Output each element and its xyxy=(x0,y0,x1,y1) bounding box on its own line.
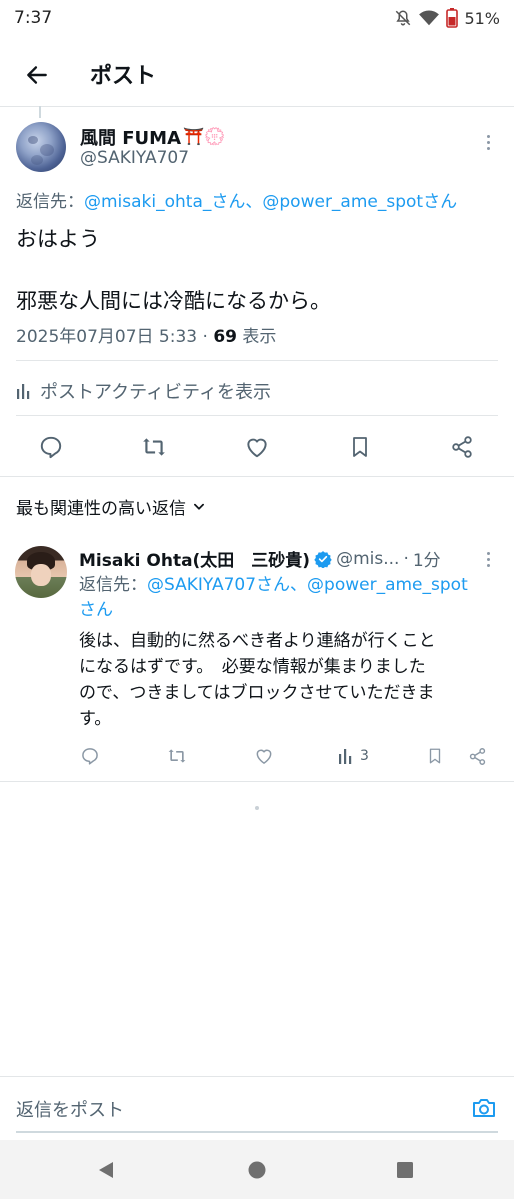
nav-back-button[interactable] xyxy=(94,1158,118,1182)
reply-text: 後は、自動的に然るべき者より連絡が行くこと になるはずです。 必要な情報が集まり… xyxy=(79,631,436,729)
status-bar: 7:37 51% xyxy=(0,0,514,38)
post-meta: 2025年07月07日 5:33 · 69 表示 xyxy=(16,322,276,347)
status-icons: 51% xyxy=(394,8,500,28)
author-emoji: ⛩️💮 xyxy=(183,127,226,147)
bar-chart-icon xyxy=(338,748,356,764)
reply-timestamp[interactable]: 1分 xyxy=(413,546,441,571)
reply-reply-to-link[interactable]: @SAKIYA707さん、@power_ame_spot xyxy=(147,575,468,595)
bookmark-icon xyxy=(348,434,372,460)
like-button[interactable] xyxy=(242,432,272,462)
author-handle[interactable]: @SAKIYA707 xyxy=(80,148,189,168)
reply-author-handle[interactable]: @mis... xyxy=(336,549,399,569)
reply-avatar[interactable] xyxy=(15,546,67,598)
views-label: 表示 xyxy=(237,327,277,347)
verified-badge-icon xyxy=(314,550,332,568)
wifi-icon xyxy=(418,9,440,27)
actions-divider xyxy=(0,476,514,477)
reply-like-button[interactable] xyxy=(252,744,276,768)
header-divider xyxy=(0,106,514,107)
reply-views-count: 3 xyxy=(360,748,369,764)
nav-home-button[interactable] xyxy=(245,1158,269,1182)
heart-icon xyxy=(254,746,274,766)
triangle-back-icon xyxy=(96,1160,116,1180)
compose-divider xyxy=(0,1076,514,1077)
reply-views-button[interactable]: 3 xyxy=(338,744,369,768)
reply-compose-input[interactable]: 返信をポスト xyxy=(16,1096,124,1122)
views-count: 69 xyxy=(213,327,237,347)
bar-chart-icon xyxy=(16,383,34,399)
bookmark-icon xyxy=(426,746,444,766)
comment-icon xyxy=(38,434,64,460)
thread-line xyxy=(39,106,41,118)
loading-indicator xyxy=(255,806,259,810)
arrow-left-icon xyxy=(24,62,50,88)
camera-button[interactable] xyxy=(470,1094,498,1122)
reply-reply-to-line: 返信先：@SAKIYA707さん、@power_ame_spot さん xyxy=(79,575,468,620)
status-time: 7:37 xyxy=(14,8,53,28)
post-activity-link[interactable]: ポストアクティビティを表示 xyxy=(16,378,271,404)
square-recents-icon xyxy=(396,1161,414,1179)
reply-divider xyxy=(0,781,514,782)
reply-to-line: 返信先：@misaki_ohta_さん、@power_ame_spotさん xyxy=(16,192,458,212)
avatar[interactable] xyxy=(16,122,66,172)
share-icon xyxy=(468,747,487,766)
author-name[interactable]: 風間 FUMA ⛩️💮 xyxy=(80,124,225,150)
system-nav-bar xyxy=(0,1140,514,1199)
comment-icon xyxy=(80,746,100,766)
back-button[interactable] xyxy=(20,58,54,92)
reply-bookmark-button[interactable] xyxy=(423,744,447,768)
meta-divider xyxy=(16,360,498,361)
share-button[interactable] xyxy=(447,432,477,462)
reply-reply-to-link-cont[interactable]: さん xyxy=(79,600,113,620)
reply-button[interactable] xyxy=(36,432,66,462)
more-options-icon[interactable] xyxy=(485,135,491,150)
reply-reply-button[interactable] xyxy=(78,744,102,768)
post-text-line-1: おはよう xyxy=(16,227,100,251)
reply-more-options-icon[interactable] xyxy=(485,552,491,567)
top-header: ポスト xyxy=(0,48,514,102)
battery-level: 51% xyxy=(464,8,500,28)
activity-divider xyxy=(16,415,498,416)
reply-repost-button[interactable] xyxy=(165,744,189,768)
reply-to-link[interactable]: @misaki_ohta_さん、@power_ame_spotさん xyxy=(84,192,457,212)
compose-underline xyxy=(16,1131,498,1133)
reply-author-name[interactable]: Misaki Ohta(太田 三砂貴) xyxy=(79,546,310,571)
reply-sort-dropdown[interactable]: 最も関連性の高い返信 xyxy=(16,494,206,519)
post-date[interactable]: 2025年07月07日 5:33 · xyxy=(16,327,213,347)
post-text-line-2: 邪悪な人間には冷酷になるから。 xyxy=(16,289,331,313)
reply-header: Misaki Ohta(太田 三砂貴) @mis... · 1分 xyxy=(79,546,441,572)
repost-button[interactable] xyxy=(139,432,169,462)
nav-recents-button[interactable] xyxy=(393,1158,417,1182)
repost-icon xyxy=(167,746,187,766)
reply-share-button[interactable] xyxy=(465,744,489,768)
chevron-down-icon xyxy=(192,500,206,514)
repost-icon xyxy=(141,434,167,460)
battery-icon xyxy=(446,8,459,28)
bell-off-icon xyxy=(394,9,412,27)
heart-icon xyxy=(244,434,270,460)
camera-icon xyxy=(471,1096,497,1120)
page-title: ポスト xyxy=(90,64,157,89)
separator-dot: · xyxy=(403,548,409,569)
bookmark-button[interactable] xyxy=(345,432,375,462)
circle-home-icon xyxy=(247,1160,267,1180)
share-icon xyxy=(450,435,474,459)
